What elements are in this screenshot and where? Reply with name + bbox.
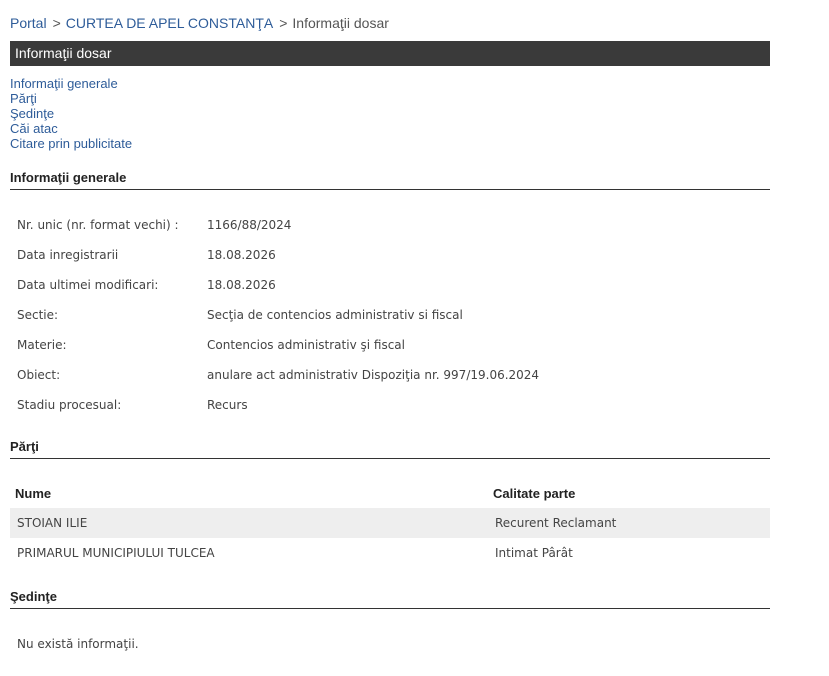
party-role: Recurent Reclamant [489,508,770,538]
section-nav-item: Părţi [10,91,132,106]
section-nav: Informaţii generale Părţi Şedinţe Căi at… [10,76,132,151]
info-value: 1166/88/2024 [207,218,292,232]
nav-link-citare[interactable]: Citare prin publicitate [10,136,132,151]
info-row: Stadiu procesual: Recurs [10,390,770,420]
empty-state-message: Nu există informaţii. [17,637,139,651]
page-title: Informaţii dosar [15,45,112,61]
info-label: Materie: [17,338,67,352]
breadcrumb-portal-link[interactable]: Portal [10,15,47,31]
breadcrumb-separator: > [52,15,61,31]
column-header-calitate: Calitate parte [493,485,576,501]
info-value: anulare act administrativ Dispoziţia nr.… [207,368,540,382]
info-row: Nr. unic (nr. format vechi) : 1166/88/20… [10,210,770,240]
info-label: Sectie: [17,308,59,322]
breadcrumb-current: Informaţii dosar [292,15,389,31]
nav-link-cai-atac[interactable]: Căi atac [10,121,58,136]
info-label: Data ultimei modificari: [17,278,159,292]
info-row: Data ultimei modificari: 18.08.2026 [10,270,770,300]
breadcrumb-court-link[interactable]: CURTEA DE APEL CONSTANŢA [66,15,273,31]
breadcrumb-separator: > [279,15,288,31]
breadcrumb: Portal > CURTEA DE APEL CONSTANŢA > Informaţ… [10,15,389,32]
section-nav-item: Informaţii generale [10,76,132,91]
info-label: Data inregistrarii [17,248,119,262]
info-value: Recurs [207,398,248,412]
section-nav-item: Şedinţe [10,106,132,121]
info-row: Data inregistrarii 18.08.2026 [10,240,770,270]
nav-link-sedinte[interactable]: Şedinţe [10,106,54,121]
info-row: Materie: Contencios administrativ şi fis… [10,330,770,360]
info-label: Stadiu procesual: [17,398,122,412]
parties-table: Nume Calitate parte STOIAN ILIE Recurent… [10,478,770,568]
info-value: Contencios administrativ şi fiscal [207,338,405,352]
table-header-row: Nume Calitate parte [10,478,770,508]
info-value: 18.08.2026 [207,278,276,292]
info-value: 18.08.2026 [207,248,276,262]
section-heading-sedinte: Şedinţe [10,589,770,609]
party-name: PRIMARUL MUNICIPIULUI TULCEA [17,546,215,560]
page-title-bar: Informaţii dosar [10,41,770,66]
nav-link-general[interactable]: Informaţii generale [10,76,118,91]
party-name: STOIAN ILIE [10,508,489,538]
nav-link-parti[interactable]: Părţi [10,91,37,106]
section-heading-general: Informaţii generale [10,170,770,190]
section-nav-item: Citare prin publicitate [10,136,132,151]
section-nav-item: Căi atac [10,121,132,136]
info-row: Sectie: Secţia de contencios administrat… [10,300,770,330]
info-label: Nr. unic (nr. format vechi) : [17,218,179,232]
info-row: Obiect: anulare act administrativ Dispoz… [10,360,770,390]
table-row: STOIAN ILIE Recurent Reclamant [10,508,770,538]
general-info-table: Nr. unic (nr. format vechi) : 1166/88/20… [10,210,770,420]
party-role: Intimat Pârât [495,546,573,560]
info-label: Obiect: [17,368,61,382]
info-value: Secţia de contencios administrativ si fi… [207,308,463,322]
column-header-nume: Nume [15,485,52,501]
section-heading-parti: Părţi [10,439,770,459]
table-row: PRIMARUL MUNICIPIULUI TULCEA Intimat Pâr… [10,538,770,568]
